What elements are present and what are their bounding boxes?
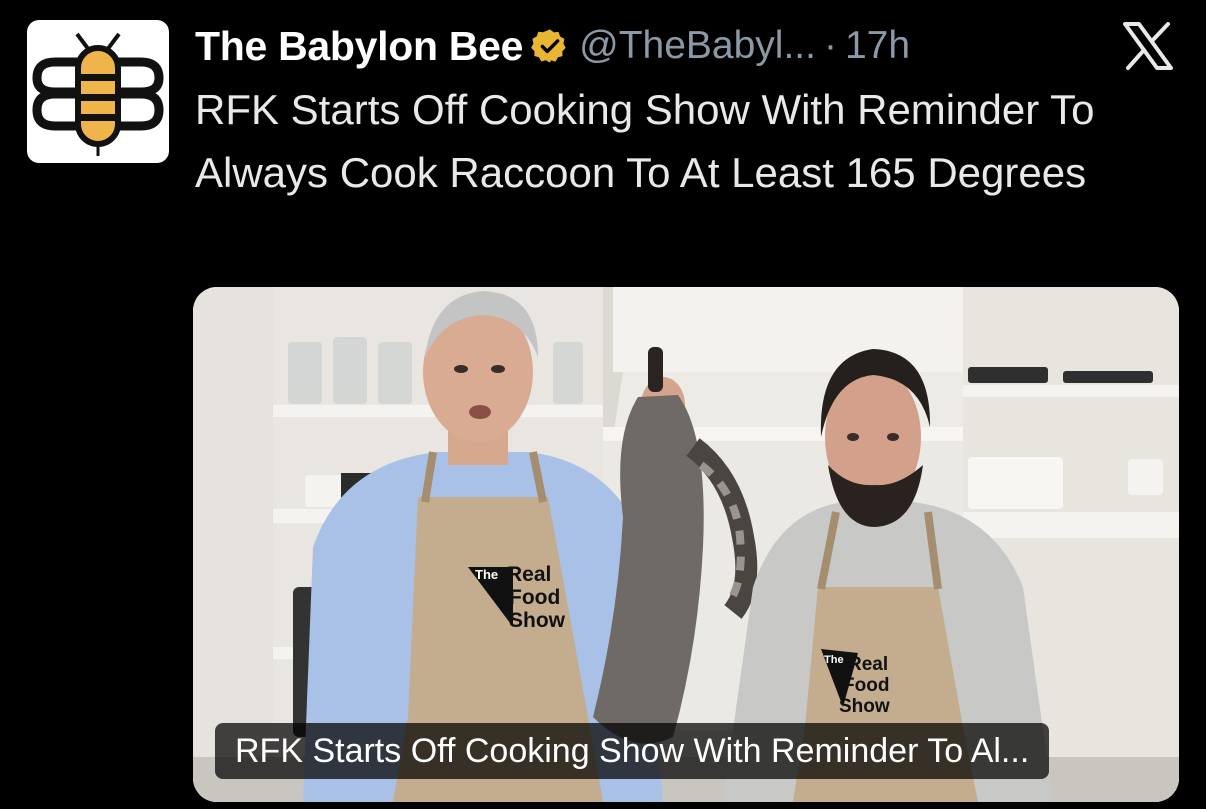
apron-logo-right-food: Food (843, 675, 889, 696)
media-caption[interactable]: RFK Starts Off Cooking Show With Reminde… (215, 723, 1050, 779)
post-media-card[interactable]: The Real Food Show The Real Food Show RF… (193, 287, 1179, 802)
verified-badge-icon[interactable] (531, 27, 569, 65)
apron-logo-left-real: Real (507, 563, 551, 586)
author-name[interactable]: The Babylon Bee (195, 23, 523, 70)
post-text: RFK Starts Off Cooking Show With Reminde… (195, 86, 1095, 196)
apron-logo-right-real: Real (848, 654, 888, 675)
bee-logo-icon (32, 32, 164, 156)
apron-logo-left-show: Show (509, 609, 566, 632)
x-logo-icon[interactable] (1122, 22, 1174, 70)
post-header: The Babylon Bee @TheBabyl... · 17h (195, 18, 910, 74)
author-avatar[interactable] (27, 20, 169, 163)
apron-logo-left-the: The (475, 567, 498, 582)
apron-logo-left-food: Food (509, 586, 560, 609)
author-handle[interactable]: @TheBabyl... (579, 24, 816, 68)
post-timestamp[interactable]: 17h (845, 24, 910, 68)
separator-dot: · (823, 24, 837, 67)
apron-logo-right-show: Show (839, 696, 890, 717)
apron-logo-right-the: The (824, 654, 844, 666)
